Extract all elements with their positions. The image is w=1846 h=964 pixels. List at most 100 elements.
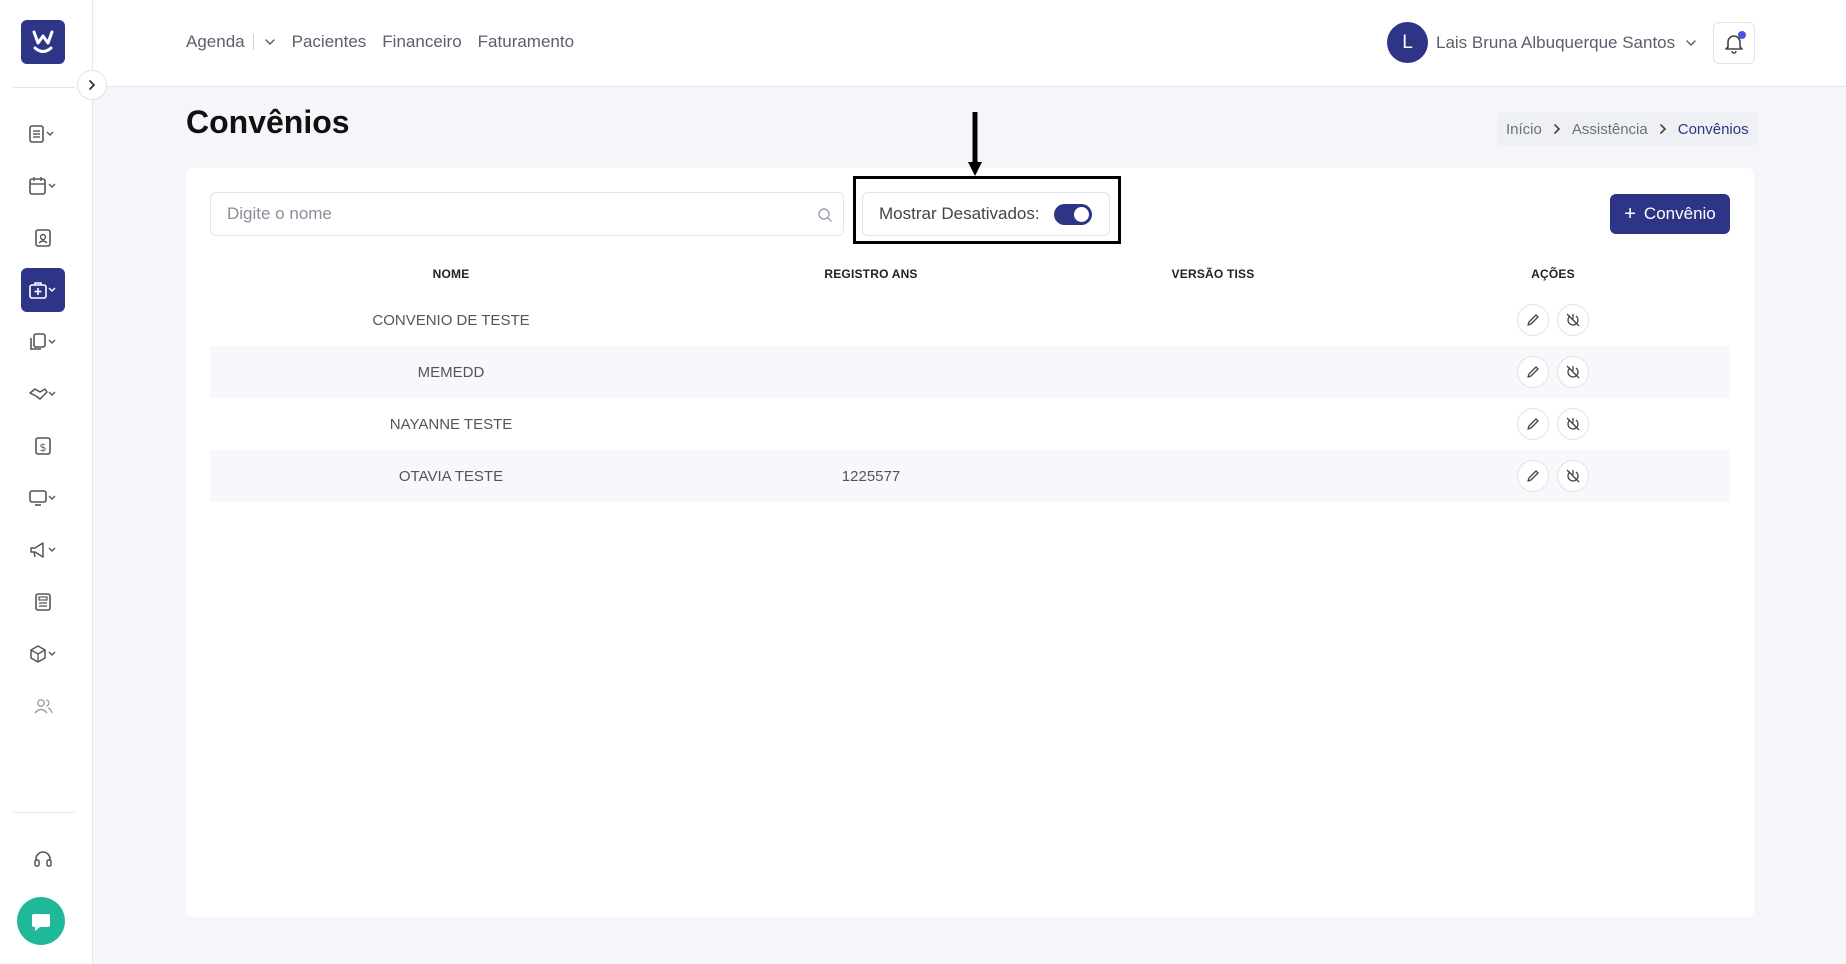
- sidebar-item-telemedicina[interactable]: [21, 476, 65, 520]
- sidebar-item-prontuario[interactable]: [21, 112, 65, 156]
- show-disabled-toggle[interactable]: [1053, 203, 1092, 225]
- power-off-icon: [1566, 313, 1580, 327]
- table-row: NAYANNE TESTE: [210, 398, 1730, 450]
- edit-button[interactable]: [1517, 304, 1549, 336]
- sidebar-item-agenda[interactable]: [21, 164, 65, 208]
- newspaper-icon: [35, 593, 51, 611]
- chevron-right-icon: [1658, 124, 1668, 134]
- edit-button[interactable]: [1517, 460, 1549, 492]
- nav-faturamento[interactable]: Faturamento: [478, 32, 574, 52]
- breadcrumb-home[interactable]: Início: [1506, 121, 1542, 138]
- clipboard-list-icon: [29, 125, 54, 143]
- power-off-icon: [1566, 417, 1580, 431]
- sidebar-item-assistencia[interactable]: [21, 268, 65, 312]
- sidebar-item-suporte[interactable]: [21, 837, 65, 881]
- chat-button[interactable]: [17, 897, 65, 945]
- nav-agenda[interactable]: Agenda: [186, 32, 245, 52]
- pencil-icon: [1527, 418, 1539, 430]
- toggle-active-button[interactable]: [1557, 460, 1589, 492]
- show-disabled-label: Mostrar Desativados:: [879, 204, 1040, 223]
- cell-nome: CONVENIO DE TESTE: [372, 311, 530, 329]
- add-convenio-label: Convênio: [1643, 204, 1716, 223]
- nav-separator: [252, 34, 254, 50]
- edit-button[interactable]: [1517, 408, 1549, 440]
- documents-icon: [30, 333, 56, 350]
- sidebar-collapse-button[interactable]: [77, 70, 107, 100]
- user-menu[interactable]: L Lais Bruna Albuquerque Santos: [1387, 22, 1697, 63]
- cell-nome: NAYANNE TESTE: [389, 415, 513, 433]
- agenda-dropdown-toggle[interactable]: [264, 36, 276, 48]
- plus-icon: +: [1624, 203, 1636, 225]
- sidebar-item-parcerias[interactable]: [21, 372, 65, 416]
- cell-registro-ans: 1225577: [841, 467, 901, 485]
- annotation-arrow-icon: [968, 112, 982, 176]
- headset-icon: [34, 851, 52, 867]
- sidebar-item-financeiro[interactable]: $: [21, 424, 65, 468]
- sidebar-item-estoque[interactable]: [21, 632, 65, 676]
- nav-pacientes[interactable]: Pacientes: [292, 32, 367, 52]
- toggle-active-button[interactable]: [1557, 408, 1589, 440]
- patient-card-icon: [35, 229, 51, 247]
- edit-button[interactable]: [1517, 356, 1549, 388]
- sidebar-divider: [13, 87, 75, 88]
- row-actions: [1376, 304, 1730, 336]
- column-header-acoes: AÇÕES: [1531, 267, 1575, 281]
- package-icon: [30, 645, 56, 663]
- notifications-button[interactable]: [1713, 22, 1755, 64]
- svg-text:$: $: [40, 441, 47, 454]
- breadcrumb-section[interactable]: Assistência: [1572, 121, 1648, 138]
- chat-icon: [32, 914, 50, 931]
- row-actions: [1376, 408, 1730, 440]
- column-header-nome: NOME: [432, 267, 470, 281]
- search-input[interactable]: [211, 193, 843, 235]
- power-off-icon: [1566, 365, 1580, 379]
- toggle-knob: [1073, 206, 1089, 222]
- pencil-icon: [1527, 366, 1539, 378]
- pencil-icon: [1527, 470, 1539, 482]
- search-field: [210, 192, 844, 236]
- chevron-right-icon: [1552, 124, 1562, 134]
- megaphone-icon: [30, 542, 56, 558]
- chevron-right-icon: [89, 80, 95, 90]
- user-menu-caret: [1685, 37, 1697, 49]
- convenios-table: NOME REGISTRO ANS VERSÃO TISS AÇÕES CONV…: [210, 254, 1730, 502]
- app-logo[interactable]: [21, 20, 65, 64]
- medical-bag-icon: [29, 282, 56, 299]
- sidebar-item-marketing[interactable]: [21, 528, 65, 572]
- breadcrumb: Início Assistência Convênios: [1497, 112, 1758, 146]
- nav-financeiro[interactable]: Financeiro: [382, 32, 461, 52]
- show-disabled-filter: Mostrar Desativados:: [862, 192, 1110, 236]
- toggle-active-button[interactable]: [1557, 304, 1589, 336]
- sidebar-item-relatorios[interactable]: [21, 580, 65, 624]
- sidebar-item-documentos[interactable]: [21, 320, 65, 364]
- chevron-down-icon: [1686, 39, 1696, 46]
- row-actions: [1376, 356, 1730, 388]
- calendar-icon: [29, 177, 56, 195]
- sidebar: $: [0, 0, 93, 964]
- row-actions: [1376, 460, 1730, 492]
- table-row: MEMEDD: [210, 346, 1730, 398]
- handshake-icon: [29, 388, 56, 400]
- monitor-icon: [29, 490, 56, 506]
- top-nav: Agenda Pacientes Financeiro Faturamento: [186, 32, 574, 52]
- sidebar-divider: [13, 812, 75, 813]
- breadcrumb-current: Convênios: [1677, 120, 1749, 138]
- search-icon: [818, 208, 832, 222]
- column-header-registro-ans: REGISTRO ANS: [824, 267, 918, 281]
- pencil-icon: [1527, 314, 1539, 326]
- sidebar-item-usuarios[interactable]: [21, 684, 65, 728]
- cell-nome: MEMEDD: [417, 363, 485, 381]
- logo-icon: [32, 30, 54, 53]
- user-name: Lais Bruna Albuquerque Santos: [1436, 32, 1676, 52]
- content-card: Mostrar Desativados: + Convênio NOME REG…: [186, 168, 1754, 917]
- cell-nome: OTAVIA TESTE: [398, 467, 504, 485]
- table-header: NOME REGISTRO ANS VERSÃO TISS AÇÕES: [210, 254, 1730, 294]
- sidebar-item-pacientes[interactable]: [21, 216, 65, 260]
- toggle-active-button[interactable]: [1557, 356, 1589, 388]
- chevron-down-icon: [264, 39, 275, 45]
- avatar: L: [1387, 22, 1428, 63]
- add-convenio-button[interactable]: + Convênio: [1610, 194, 1730, 234]
- table-row: CONVENIO DE TESTE: [210, 294, 1730, 346]
- top-bar: Agenda Pacientes Financeiro Faturamento …: [93, 0, 1846, 87]
- dollar-icon: $: [35, 437, 51, 455]
